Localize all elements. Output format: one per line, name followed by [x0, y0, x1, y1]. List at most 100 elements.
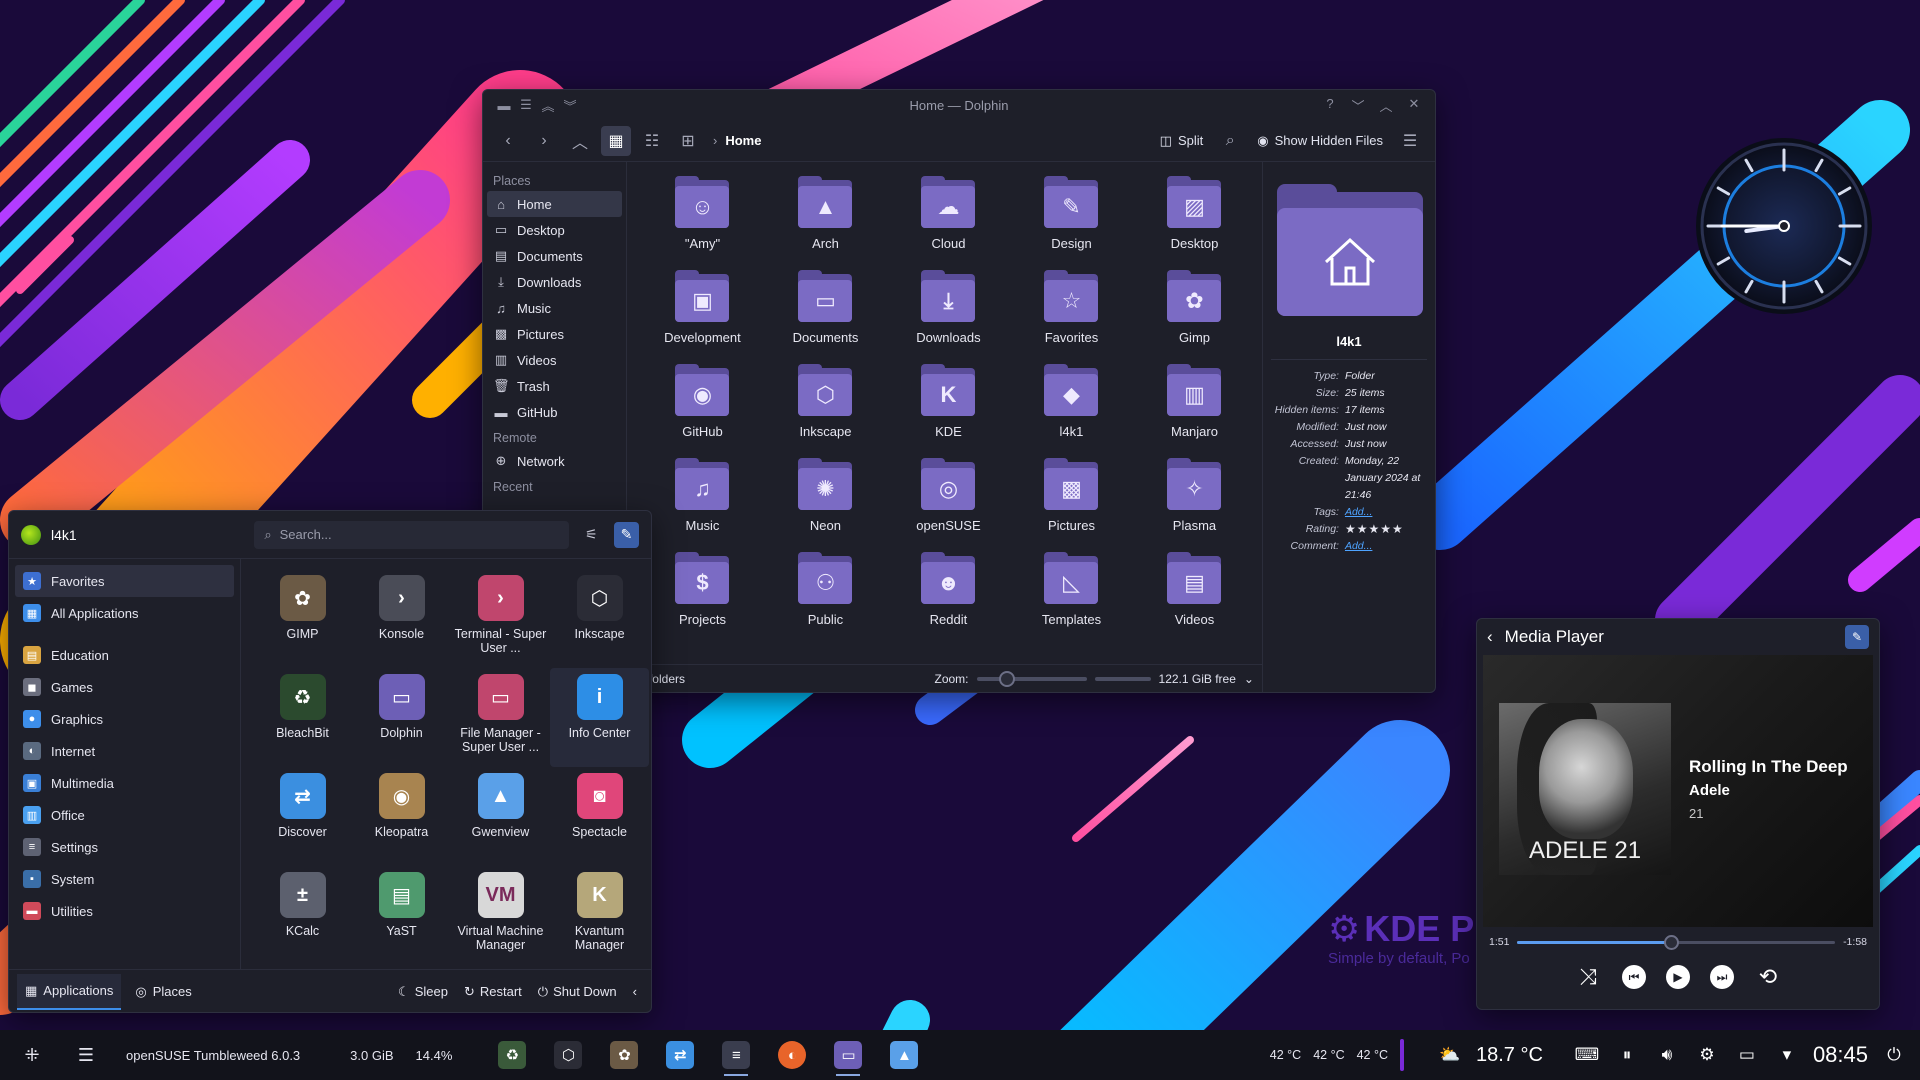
- folder-item[interactable]: ⤓ Downloads: [887, 266, 1010, 360]
- keep-above-icon[interactable]: ︽: [537, 96, 559, 115]
- folder-item[interactable]: ☆ Favorites: [1010, 266, 1133, 360]
- chevron-down-icon[interactable]: ⌄: [1244, 672, 1254, 686]
- task-discover[interactable]: ⇄: [660, 1033, 700, 1077]
- app-bleachbit[interactable]: ♻ BleachBit: [253, 668, 352, 767]
- place-documents[interactable]: ▤ Documents: [487, 243, 622, 269]
- back-arrow-icon[interactable]: ‹: [1487, 627, 1493, 647]
- analog-clock-widget[interactable]: [1694, 136, 1874, 316]
- folder-item[interactable]: ✎ Design: [1010, 172, 1133, 266]
- media-pause-icon[interactable]: ⏸: [1613, 1041, 1641, 1069]
- tray-expand-icon[interactable]: ▾: [1773, 1041, 1801, 1069]
- media-player-widget[interactable]: ‹ Media Player ✎ ADELE 21 Rolling In The…: [1476, 618, 1880, 1010]
- place-desktop[interactable]: ▭ Desktop: [487, 217, 622, 243]
- pin-icon[interactable]: ✎: [1845, 625, 1869, 649]
- folder-item[interactable]: ⬡ Inkscape: [764, 360, 887, 454]
- folder-item[interactable]: ▲ Arch: [764, 172, 887, 266]
- dolphin-app-icon[interactable]: ▬: [493, 98, 515, 113]
- forward-button[interactable]: ›: [529, 126, 559, 156]
- folder-item[interactable]: ▩ Pictures: [1010, 454, 1133, 548]
- configure-launcher-icon[interactable]: ⚟: [579, 522, 604, 548]
- display-icon[interactable]: ▭: [1733, 1041, 1761, 1069]
- folder-item[interactable]: ◉ GitHub: [641, 360, 764, 454]
- folder-item[interactable]: ▥ Manjaro: [1133, 360, 1256, 454]
- help-icon[interactable]: ?: [1319, 96, 1341, 115]
- up-button[interactable]: ︿: [565, 126, 595, 156]
- folder-item[interactable]: ☻ Reddit: [887, 548, 1010, 642]
- place-github[interactable]: ▬ GitHub: [487, 399, 622, 425]
- app-virtual-machine-manager[interactable]: VM Virtual Machine Manager: [451, 866, 550, 965]
- place-downloads[interactable]: ⤓ Downloads: [487, 269, 622, 295]
- folder-item[interactable]: ◎ openSUSE: [887, 454, 1010, 548]
- app-gwenview[interactable]: ▲ Gwenview: [451, 767, 550, 866]
- restart-button[interactable]: ↻ Restart: [458, 984, 528, 1000]
- category-system[interactable]: ▪ System: [15, 863, 234, 895]
- power-icon[interactable]: ⏻: [1880, 1041, 1908, 1069]
- folder-item[interactable]: ▤ Videos: [1133, 548, 1256, 642]
- show-hidden-files-button[interactable]: ◉ Show Hidden Files: [1249, 126, 1391, 156]
- sleep-button[interactable]: ☾ Sleep: [392, 984, 454, 1000]
- folder-item[interactable]: ☁ Cloud: [887, 172, 1010, 266]
- app-info-center[interactable]: i Info Center: [550, 668, 649, 767]
- folder-item[interactable]: ▭ Documents: [764, 266, 887, 360]
- search-button[interactable]: ⌕: [1215, 126, 1245, 156]
- application-launcher[interactable]: l4k1 ⌕ ⚟ ✎ ★ Favorites ▦ All Applications ▤…: [8, 510, 652, 1013]
- app-spectacle[interactable]: ◙ Spectacle: [550, 767, 649, 866]
- task-inkscape[interactable]: ⬡: [548, 1033, 588, 1077]
- previous-track-icon[interactable]: ⏮: [1622, 965, 1646, 989]
- category-internet[interactable]: ◐ Internet: [15, 735, 234, 767]
- play-icon[interactable]: ▶: [1666, 965, 1690, 989]
- temperature-1[interactable]: 42 °C: [1270, 1048, 1301, 1062]
- category-all-applications[interactable]: ▦ All Applications: [15, 597, 234, 629]
- breadcrumb-home[interactable]: Home: [725, 133, 761, 148]
- app-kleopatra[interactable]: ◉ Kleopatra: [352, 767, 451, 866]
- app-kvantum-manager[interactable]: K Kvantum Manager: [550, 866, 649, 965]
- task-gimp[interactable]: ✿: [604, 1033, 644, 1077]
- category-games[interactable]: ◼ Games: [15, 671, 234, 703]
- memory-usage[interactable]: 3.0 GiB: [350, 1035, 393, 1075]
- dolphin-titlebar[interactable]: ▬ ☰ ︽ ︾ Home — Dolphin ? ﹀ ︿ ✕: [483, 90, 1435, 120]
- split-button[interactable]: ◫ Split: [1152, 126, 1212, 156]
- settings-gear-icon[interactable]: ⚙: [1693, 1041, 1721, 1069]
- folder-item[interactable]: ☺ "Amy": [641, 172, 764, 266]
- cpu-usage[interactable]: 14.4%: [416, 1035, 453, 1075]
- category-graphics[interactable]: ● Graphics: [15, 703, 234, 735]
- folder-item[interactable]: ⚇ Public: [764, 548, 887, 642]
- place-home[interactable]: ⌂ Home: [487, 191, 622, 217]
- back-button[interactable]: ‹: [493, 126, 523, 156]
- app-file-manager-super-user[interactable]: ▭ File Manager - Super User ...: [451, 668, 550, 767]
- shuffle-icon[interactable]: ⤨: [1574, 963, 1602, 991]
- icons-view-button[interactable]: ▦: [601, 125, 631, 156]
- shutdown-button[interactable]: ⏻ Shut Down: [532, 984, 623, 1000]
- place-music[interactable]: ♫ Music: [487, 295, 622, 321]
- app-discover[interactable]: ⇄ Discover: [253, 767, 352, 866]
- repeat-icon[interactable]: ⟲: [1754, 963, 1782, 991]
- task-gwenview[interactable]: ▲: [884, 1033, 924, 1077]
- task-firefox[interactable]: ◐: [772, 1033, 812, 1077]
- task-bleachbit[interactable]: ♻: [492, 1033, 532, 1077]
- seek-bar[interactable]: [1517, 934, 1836, 950]
- keep-below-icon[interactable]: ︾: [559, 96, 581, 115]
- place-network[interactable]: ⊕ Network: [487, 448, 622, 474]
- seek-handle[interactable]: [1664, 934, 1680, 950]
- application-launcher-icon[interactable]: ⁜: [12, 1035, 52, 1075]
- task-dolphin[interactable]: ▭: [828, 1033, 868, 1077]
- pin-icon[interactable]: ✎: [613, 521, 639, 548]
- more-session-options-button[interactable]: ‹: [627, 984, 643, 999]
- folder-item[interactable]: ◺ Templates: [1010, 548, 1133, 642]
- place-pictures[interactable]: ▩ Pictures: [487, 321, 622, 347]
- zoom-slider-handle[interactable]: [998, 670, 1015, 687]
- weather-temperature[interactable]: 18.7 °C: [1476, 1044, 1543, 1067]
- digital-clock[interactable]: 08:45: [1813, 1042, 1868, 1068]
- next-track-icon[interactable]: ⏭: [1710, 965, 1734, 989]
- rating-stars[interactable]: ★★★★★: [1345, 521, 1427, 538]
- folder-item[interactable]: ▣ Development: [641, 266, 764, 360]
- task-settings[interactable]: ≡: [716, 1033, 756, 1077]
- folder-item[interactable]: ▨ Desktop: [1133, 172, 1256, 266]
- search-input[interactable]: [279, 527, 559, 542]
- folder-item[interactable]: ✧ Plasma: [1133, 454, 1256, 548]
- app-gimp[interactable]: ✿ GIMP: [253, 569, 352, 668]
- compact-view-button[interactable]: ☷: [637, 126, 667, 156]
- free-space[interactable]: 122.1 GiB free: [1159, 672, 1236, 686]
- app-yast[interactable]: ▤ YaST: [352, 866, 451, 965]
- app-konsole[interactable]: › Konsole: [352, 569, 451, 668]
